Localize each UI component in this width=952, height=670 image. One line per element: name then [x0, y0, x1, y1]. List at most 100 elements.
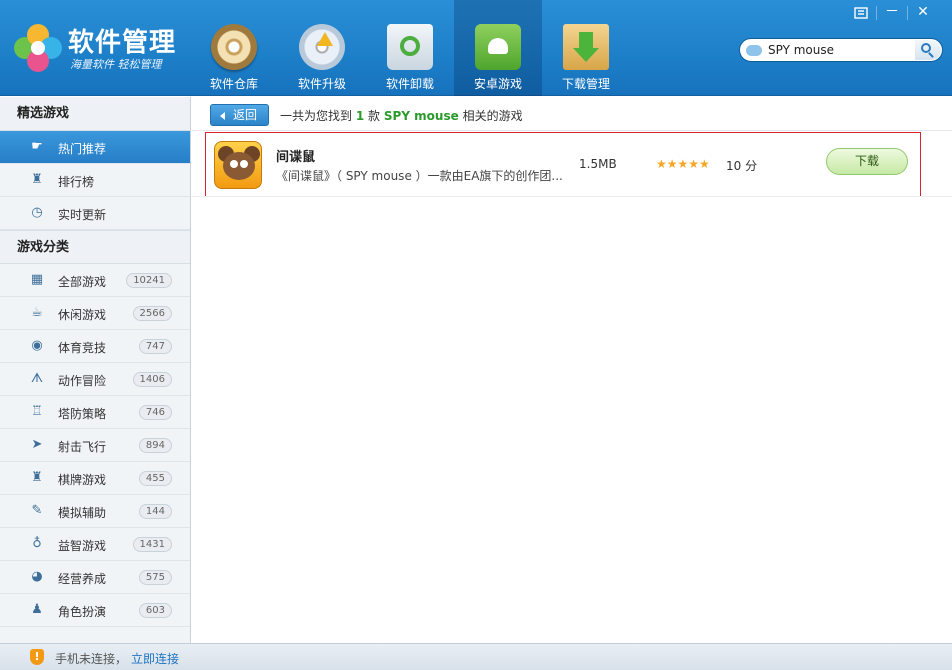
result-count: 1 [355, 109, 365, 123]
tab-label: 下载管理 [561, 77, 610, 91]
sidebar-item-label: 体育竞技 [58, 341, 107, 355]
app-description: 《间谍鼠》（ SPY mouse ）一款由EA旗下的创作团... [276, 169, 563, 183]
star-rating-icon: ★★★★★ [656, 157, 710, 171]
status-bar: ! 手机未连接， 立即连接 [0, 643, 952, 670]
close-button[interactable]: ✕ [908, 2, 938, 24]
tab-software-store[interactable]: 软件仓库 [190, 0, 278, 96]
main-nav: 软件仓库 软件升级 软件卸载 安卓游戏 下载管理 [190, 0, 630, 96]
chess-icon: ♜ [31, 470, 43, 485]
result-unit: 款 [368, 109, 381, 123]
app-title: 软件管理 [68, 28, 177, 58]
app-score: 10 分 [726, 159, 758, 173]
app-slogan: 海量软件 轻松管理 [70, 58, 162, 71]
search-input[interactable] [768, 41, 914, 59]
count-badge: 575 [138, 570, 172, 585]
sidebar-item-label: 射击飞行 [58, 440, 107, 454]
result-suffix: 相关的游戏 [462, 109, 523, 123]
count-badge: 746 [138, 405, 172, 420]
tab-software-upgrade[interactable]: 软件升级 [278, 0, 366, 96]
sidebar-item-label: 实时更新 [58, 208, 107, 222]
sidebar-item-tower-defense[interactable]: ♖ 塔防策略 746 [0, 396, 190, 429]
sidebar-item-label: 益智游戏 [58, 539, 107, 553]
wrench-icon: ✎ [31, 503, 43, 518]
sidebar-item-hot[interactable]: ☛ 热门推荐 [0, 131, 190, 164]
tower-icon: ♖ [31, 404, 43, 419]
sidebar-item-puzzle[interactable]: ♁ 益智游戏 1431 [0, 528, 190, 561]
sidebar-item-sports[interactable]: ◉ 体育竞技 747 [0, 330, 190, 363]
back-button[interactable]: 返回 [210, 104, 269, 126]
sidebar: 精选游戏 ☛ 热门推荐 ♜ 排行榜 ◷ 实时更新 游戏分类 ▦ 全部游戏 102… [0, 97, 191, 643]
search-button[interactable] [915, 40, 941, 60]
result-summary: 一共为您找到 1 款 SPY mouse 相关的游戏 [280, 107, 523, 124]
sidebar-item-label: 角色扮演 [58, 605, 107, 619]
running-man-icon: ᗑ [30, 371, 44, 386]
spy-mouse-app-icon [214, 141, 262, 189]
count-badge: 144 [138, 504, 172, 519]
sidebar-item-label: 模拟辅助 [58, 506, 107, 520]
character-icon: ♟ [31, 602, 43, 617]
back-arrow-icon [220, 112, 225, 120]
clock-icon: ◷ [31, 205, 43, 220]
ball-icon: ◉ [31, 338, 43, 353]
search-box [739, 38, 943, 62]
result-prefix: 一共为您找到 [280, 109, 353, 123]
sidebar-item-label: 排行榜 [58, 175, 95, 189]
sidebar-item-label: 休闲游戏 [58, 308, 107, 322]
title-bar: 软件管理 海量软件 轻松管理 软件仓库 软件升级 软件卸载 安卓游戏 下载管理 … [0, 0, 952, 96]
sidebar-item-label: 动作冒险 [58, 374, 107, 388]
tab-software-uninstall[interactable]: 软件卸载 [366, 0, 454, 96]
android-games-icon [475, 24, 521, 70]
sidebar-item-label: 棋牌游戏 [58, 473, 107, 487]
tab-download-manager[interactable]: 下载管理 [542, 0, 630, 96]
count-badge: 10241 [126, 273, 172, 288]
app-size: 1.5MB [579, 157, 617, 171]
download-button[interactable]: 下载 [826, 148, 908, 175]
app-logo-icon [14, 24, 62, 72]
app-name[interactable]: 间谍鼠 [276, 146, 315, 165]
divider [192, 196, 952, 197]
pie-icon: ◕ [31, 569, 43, 584]
connection-status: 手机未连接， [55, 652, 128, 666]
menu-icon[interactable] [846, 2, 876, 24]
tab-label: 软件卸载 [385, 77, 434, 91]
back-button-label: 返回 [232, 108, 257, 122]
list-item[interactable]: 间谍鼠 《间谍鼠》（ SPY mouse ）一款由EA旗下的创作团... 1.5… [205, 132, 921, 197]
sidebar-item-simulation[interactable]: ✎ 模拟辅助 144 [0, 495, 190, 528]
grid-icon: ▦ [30, 272, 44, 287]
count-badge: 603 [138, 603, 172, 618]
tab-label: 安卓游戏 [473, 77, 522, 91]
sidebar-item-action[interactable]: ᗑ 动作冒险 1406 [0, 363, 190, 396]
tab-android-games[interactable]: 安卓游戏 [454, 0, 542, 96]
uninstall-icon [387, 24, 433, 70]
sidebar-item-board[interactable]: ♜ 棋牌游戏 455 [0, 462, 190, 495]
sidebar-section-title: 精选游戏 [0, 97, 190, 131]
hand-pointer-icon: ☛ [31, 139, 43, 154]
sidebar-item-ranking[interactable]: ♜ 排行榜 [0, 164, 190, 197]
minimize-button[interactable]: － [877, 2, 907, 24]
sidebar-item-management[interactable]: ◕ 经营养成 575 [0, 561, 190, 594]
sidebar-item-label: 热门推荐 [58, 142, 107, 156]
sidebar-item-all-games[interactable]: ▦ 全部游戏 10241 [0, 264, 190, 297]
sidebar-item-rpg[interactable]: ♟ 角色扮演 603 [0, 594, 190, 627]
tab-label: 软件仓库 [209, 77, 258, 91]
warning-shield-icon: ! [30, 649, 44, 665]
search-results-panel: 返回 一共为您找到 1 款 SPY mouse 相关的游戏 间谍鼠 《间谍鼠》（… [192, 97, 952, 643]
cloud-icon [746, 45, 762, 56]
software-store-icon [211, 24, 257, 70]
count-badge: 2566 [132, 306, 172, 321]
sidebar-item-casual[interactable]: ☕ 休闲游戏 2566 [0, 297, 190, 330]
results-toolbar: 返回 一共为您找到 1 款 SPY mouse 相关的游戏 [192, 97, 952, 131]
count-badge: 1431 [132, 537, 172, 552]
sidebar-item-label: 经营养成 [58, 572, 107, 586]
trophy-icon: ♜ [31, 172, 43, 187]
coffee-cup-icon: ☕ [31, 305, 43, 320]
sidebar-section-title: 游戏分类 [0, 230, 190, 264]
count-badge: 747 [138, 339, 172, 354]
paper-plane-icon: ➤ [31, 437, 43, 452]
count-badge: 894 [138, 438, 172, 453]
sidebar-item-shooting[interactable]: ➤ 射击飞行 894 [0, 429, 190, 462]
sidebar-item-label: 全部游戏 [58, 275, 107, 289]
connect-now-link[interactable]: 立即连接 [131, 650, 179, 667]
sidebar-item-updates[interactable]: ◷ 实时更新 [0, 197, 190, 230]
count-badge: 1406 [132, 372, 172, 387]
